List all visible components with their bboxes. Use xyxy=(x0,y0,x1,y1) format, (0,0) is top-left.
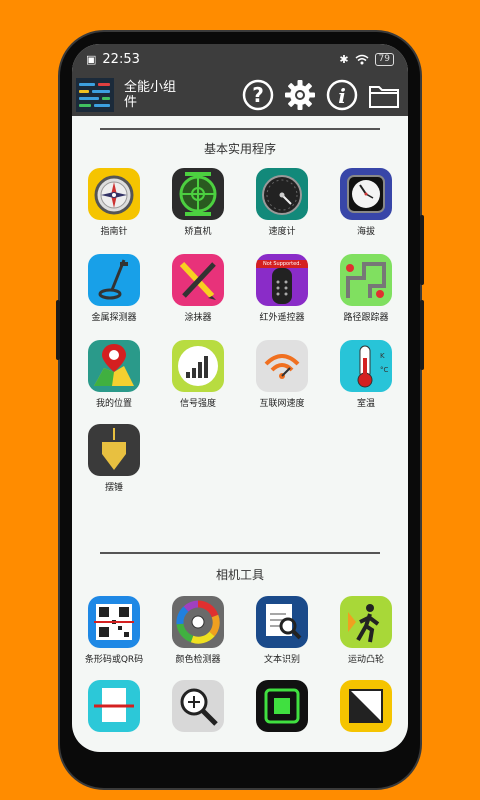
wifi-icon xyxy=(355,54,369,64)
speedometer-icon xyxy=(256,168,308,220)
tool-room-temp[interactable]: K °C 室温 xyxy=(328,340,404,409)
tool-ir-remote[interactable]: Not Supported. 红外遥控器 xyxy=(244,254,320,323)
tool-label: 海拔 xyxy=(356,227,375,237)
status-bar: ▣ 22:53 ✱ 79 xyxy=(72,44,408,74)
magnifier-icon xyxy=(172,680,224,732)
tool-internet-speed[interactable]: 互联网速度 xyxy=(244,340,320,409)
wifi-speed-icon xyxy=(256,340,308,392)
thermometer-icon: K °C xyxy=(340,340,392,392)
tool-sketch[interactable]: 涂抹器 xyxy=(160,254,236,323)
tool-metal-detector[interactable]: 金属探测器 xyxy=(76,254,152,323)
tool-document-scanner[interactable] xyxy=(76,680,152,736)
section-title-basic: 基本实用程序 xyxy=(203,142,276,156)
bluetooth-icon: ✱ xyxy=(339,52,349,66)
tool-label: 文本识别 xyxy=(263,655,300,665)
info-button[interactable]: i xyxy=(324,77,360,113)
info-icon: i xyxy=(326,79,358,111)
split-image-icon xyxy=(340,680,392,732)
tool-label: 指南针 xyxy=(100,227,128,237)
battery-indicator: 79 xyxy=(374,52,394,66)
status-time: 22:53 xyxy=(102,51,140,67)
signal-bars-icon xyxy=(172,340,224,392)
svg-text:?: ? xyxy=(252,83,264,107)
tool-altimeter[interactable]: 海拔 xyxy=(328,168,404,237)
tool-color-detector[interactable]: 颜色检测器 xyxy=(160,596,236,665)
pendulum-icon xyxy=(88,424,140,476)
qr-code-icon xyxy=(88,596,140,648)
tool-label: 路径跟踪器 xyxy=(343,313,389,323)
tool-level[interactable]: 矫直机 xyxy=(160,168,236,237)
tool-mirror[interactable] xyxy=(244,680,320,736)
tool-motion-cam[interactable]: 运动凸轮 xyxy=(328,596,404,665)
ir-remote-icon: Not Supported. xyxy=(256,254,308,306)
mirror-icon xyxy=(256,680,308,732)
tool-label: 颜色检测器 xyxy=(175,655,221,665)
section-divider xyxy=(100,552,380,554)
tool-label: 速度计 xyxy=(268,227,296,237)
tool-label: 信号强度 xyxy=(179,399,216,409)
tool-speedometer[interactable]: 速度计 xyxy=(244,168,320,237)
section-divider xyxy=(100,128,380,130)
motion-cam-icon xyxy=(340,596,392,648)
compass-icon xyxy=(88,168,140,220)
tool-label: 我的位置 xyxy=(95,399,132,409)
tool-my-location[interactable]: 我的位置 xyxy=(76,340,152,409)
tool-pendulum[interactable]: 摆锤 xyxy=(76,424,152,493)
tool-label: 涂抹器 xyxy=(184,313,212,323)
tool-split-image[interactable] xyxy=(328,680,404,736)
app-title: 全能小组件 xyxy=(124,80,177,110)
svg-text:K: K xyxy=(380,352,385,360)
altimeter-icon xyxy=(340,168,392,220)
tool-signal-strength[interactable]: 信号强度 xyxy=(160,340,236,409)
tool-compass[interactable]: 指南针 xyxy=(76,168,152,237)
side-button xyxy=(420,300,424,370)
svg-text:°C: °C xyxy=(380,366,389,374)
folder-button[interactable] xyxy=(366,77,402,113)
tool-label: 条形码或QR码 xyxy=(84,655,144,665)
tool-label: 摆锤 xyxy=(104,483,123,493)
tool-barcode[interactable]: 条形码或QR码 xyxy=(76,596,152,665)
tool-label: 运动凸轮 xyxy=(347,655,384,665)
color-wheel-icon xyxy=(172,596,224,648)
folder-icon xyxy=(369,86,399,108)
section-title-camera: 相机工具 xyxy=(215,568,264,582)
app-bar: 全能小组件 ? i xyxy=(72,74,408,116)
svg-text:i: i xyxy=(338,84,346,108)
tool-label: 互联网速度 xyxy=(259,399,305,409)
level-icon xyxy=(172,168,224,220)
tool-route-tracker[interactable]: 路径跟踪器 xyxy=(328,254,404,323)
settings-button[interactable] xyxy=(282,77,318,113)
tool-label: 金属探测器 xyxy=(91,313,137,323)
app-logo xyxy=(76,78,114,112)
tool-text-recognition[interactable]: 文本识别 xyxy=(244,596,320,665)
side-button xyxy=(420,215,424,285)
metal-detector-icon xyxy=(88,254,140,306)
route-map-icon xyxy=(340,254,392,306)
tool-magnifier[interactable] xyxy=(160,680,236,736)
tool-label: 室温 xyxy=(356,399,375,409)
text-scan-icon xyxy=(256,596,308,648)
help-icon: ? xyxy=(242,79,274,111)
screen: ▣ 22:53 ✱ 79 全能小组件 ? i 基本实用程序 指南针 矫直机 速度… xyxy=(72,44,408,752)
location-map-icon xyxy=(88,340,140,392)
sketch-pencil-icon xyxy=(172,254,224,306)
help-button[interactable]: ? xyxy=(240,77,276,113)
tool-label: 矫直机 xyxy=(184,227,212,237)
document-scanner-icon xyxy=(88,680,140,732)
side-button xyxy=(56,300,60,360)
tool-label: 红外遥控器 xyxy=(259,313,305,323)
gear-icon xyxy=(285,80,315,110)
sim-icon: ▣ xyxy=(86,52,97,66)
not-supported-badge: Not Supported. xyxy=(256,260,308,268)
